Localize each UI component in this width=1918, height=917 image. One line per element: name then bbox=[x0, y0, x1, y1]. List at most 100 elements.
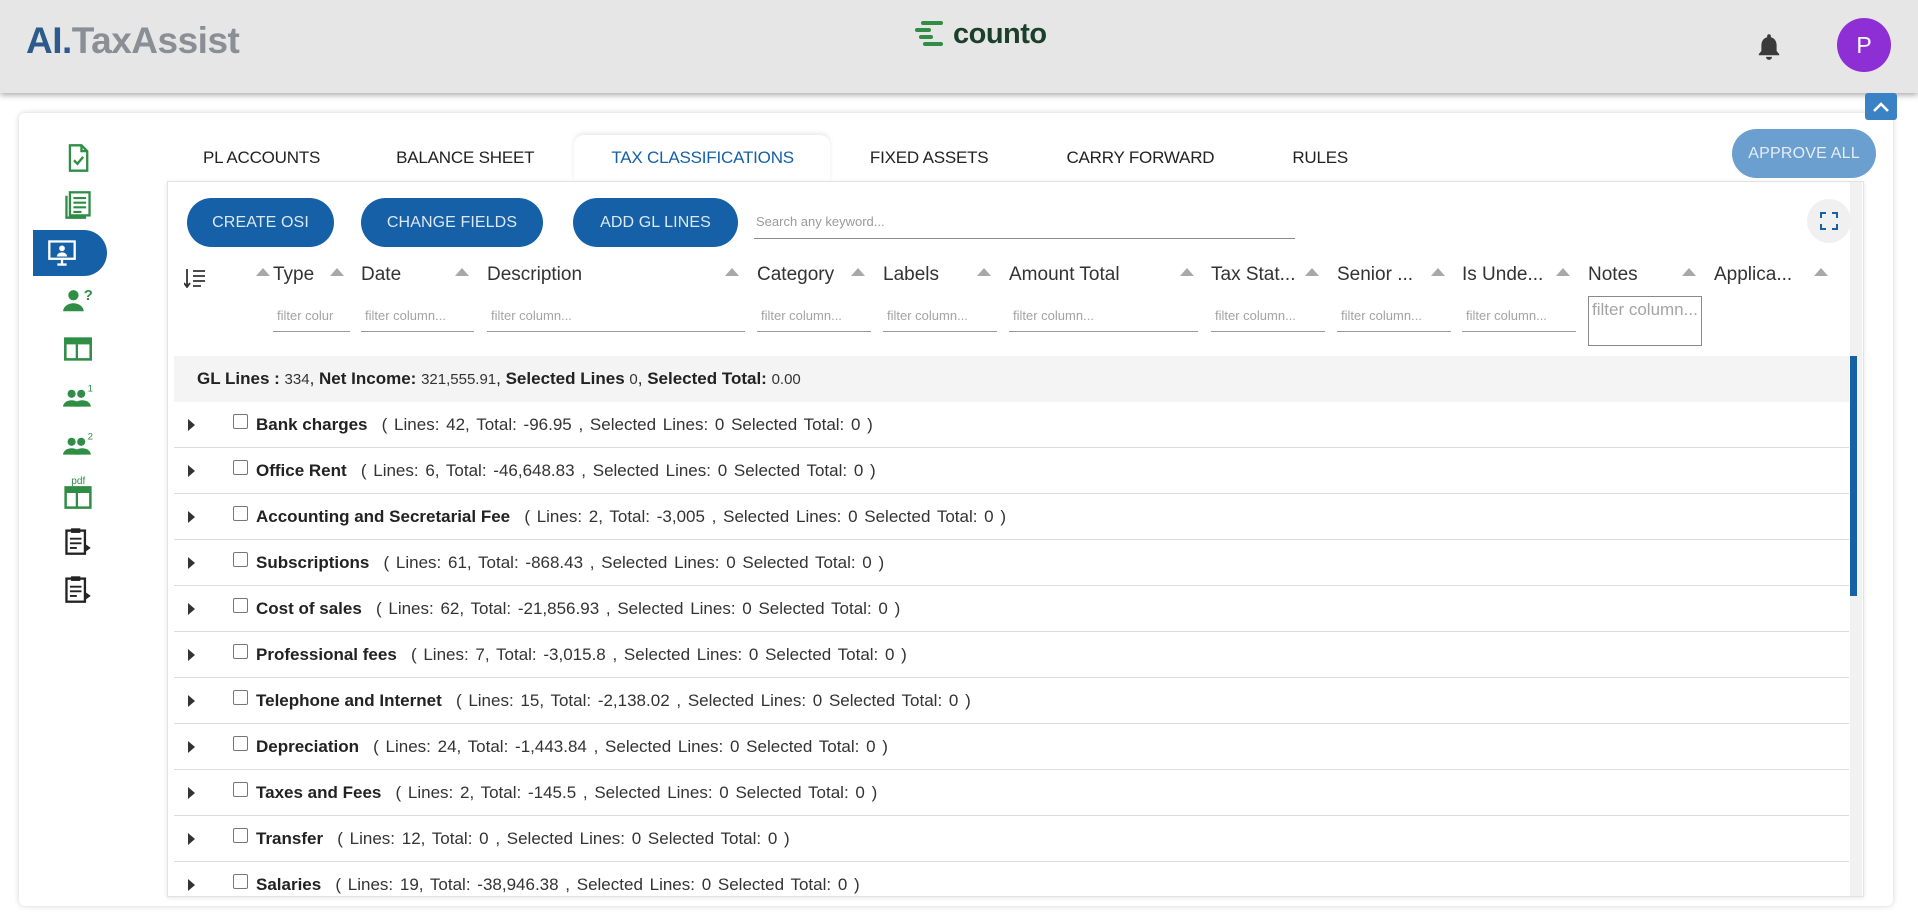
expand-arrow-icon[interactable] bbox=[188, 879, 195, 891]
sidebar-item-document-check[interactable] bbox=[33, 135, 108, 181]
filter-amount-total-input[interactable] bbox=[1009, 300, 1198, 332]
column-label-category[interactable]: Category bbox=[757, 264, 834, 286]
filter-type-input[interactable] bbox=[273, 300, 350, 332]
sort-icon[interactable] bbox=[977, 268, 991, 276]
notification-bell-icon[interactable] bbox=[1755, 32, 1783, 62]
group-row[interactable]: Salaries ( Lines: 19, Total: -38,946.38 … bbox=[174, 862, 1849, 896]
app-brand[interactable]: AI.TaxAssist bbox=[26, 20, 240, 62]
column-label-amount-total[interactable]: Amount Total bbox=[1009, 264, 1120, 286]
tab-tax-classifications[interactable]: TAX CLASSIFICATIONS bbox=[574, 135, 830, 181]
group-row[interactable]: Telephone and Internet ( Lines: 15, Tota… bbox=[174, 678, 1849, 724]
expand-arrow-icon[interactable] bbox=[188, 695, 195, 707]
filter-is-underwritten-input[interactable] bbox=[1462, 300, 1576, 332]
column-label-applicable[interactable]: Applica... bbox=[1714, 264, 1792, 286]
column-label-tax-status[interactable]: Tax Stat... bbox=[1211, 264, 1295, 286]
sidebar-item-pdf-table[interactable]: pdf bbox=[33, 470, 108, 516]
row-checkbox[interactable] bbox=[233, 690, 248, 705]
group-row[interactable]: Professional fees ( Lines: 7, Total: -3,… bbox=[174, 632, 1849, 678]
column-label-description[interactable]: Description bbox=[487, 264, 582, 286]
expand-arrow-icon[interactable] bbox=[188, 649, 195, 661]
create-osi-button[interactable]: CREATE OSI bbox=[187, 198, 334, 247]
sidebar-item-clipboard-2[interactable] bbox=[33, 566, 108, 612]
filter-senior-input[interactable] bbox=[1337, 300, 1451, 332]
filter-category-input[interactable] bbox=[757, 300, 871, 332]
row-checkbox[interactable] bbox=[233, 828, 248, 843]
row-checkbox[interactable] bbox=[233, 460, 248, 475]
expand-arrow-icon[interactable] bbox=[188, 787, 195, 799]
expand-arrow-icon[interactable] bbox=[188, 603, 195, 615]
filter-labels-input[interactable] bbox=[883, 300, 997, 332]
group-row[interactable]: Taxes and Fees ( Lines: 2, Total: -145.5… bbox=[174, 770, 1849, 816]
row-checkbox[interactable] bbox=[233, 598, 248, 613]
tab-fixed-assets[interactable]: FIXED ASSETS bbox=[830, 135, 1028, 181]
tab-rules[interactable]: RULES bbox=[1254, 135, 1378, 181]
tab-balance-sheet[interactable]: BALANCE SHEET bbox=[357, 135, 574, 181]
group-row[interactable]: Accounting and Secretarial Fee ( Lines: … bbox=[174, 494, 1849, 540]
row-checkbox[interactable] bbox=[233, 414, 248, 429]
sort-icon[interactable] bbox=[1814, 268, 1828, 276]
sidebar-item-user-question[interactable]: ? bbox=[33, 278, 108, 324]
approve-all-button[interactable]: APPROVE ALL bbox=[1732, 129, 1876, 178]
sidebar-item-table-window[interactable] bbox=[33, 326, 108, 372]
column-label-senior[interactable]: Senior ... bbox=[1337, 264, 1413, 286]
tab-pl-accounts[interactable]: PL ACCOUNTS bbox=[173, 135, 357, 181]
sort-icon[interactable] bbox=[1682, 268, 1696, 276]
expand-arrow-icon[interactable] bbox=[188, 511, 195, 523]
column-label-date[interactable]: Date bbox=[361, 264, 401, 286]
group-row[interactable]: Cost of sales ( Lines: 62, Total: -21,85… bbox=[174, 586, 1849, 632]
filter-notes-input[interactable] bbox=[1588, 296, 1702, 346]
expand-arrow-icon[interactable] bbox=[188, 419, 195, 431]
column-label-labels[interactable]: Labels bbox=[883, 264, 939, 286]
scroll-to-top-button[interactable] bbox=[1865, 93, 1897, 120]
sort-icon[interactable] bbox=[1556, 268, 1570, 276]
filter-date-input[interactable] bbox=[361, 300, 474, 332]
row-checkbox[interactable] bbox=[233, 736, 248, 751]
user-avatar[interactable]: P bbox=[1837, 18, 1891, 72]
column-label-type[interactable]: Type bbox=[273, 264, 314, 286]
column-label-is-underwritten[interactable]: Is Unde... bbox=[1462, 264, 1543, 286]
group-row[interactable]: Depreciation ( Lines: 24, Total: -1,443.… bbox=[174, 724, 1849, 770]
column-amount-total: Amount Total bbox=[1009, 258, 1212, 362]
sort-icon[interactable] bbox=[851, 268, 865, 276]
row-checkbox[interactable] bbox=[233, 552, 248, 567]
sidebar-item-list-document[interactable] bbox=[33, 182, 108, 228]
sort-icon[interactable] bbox=[455, 268, 469, 276]
fullscreen-button[interactable] bbox=[1807, 199, 1851, 243]
group-details: ( Lines: 12, Total: 0 , Selected Lines: … bbox=[337, 829, 790, 848]
sidebar-item-users-one[interactable]: 1 bbox=[33, 374, 108, 420]
row-checkbox[interactable] bbox=[233, 644, 248, 659]
change-fields-button[interactable]: CHANGE FIELDS bbox=[361, 198, 543, 247]
sidebar-item-clipboard-1[interactable] bbox=[33, 518, 108, 564]
group-row[interactable]: Transfer ( Lines: 12, Total: 0 , Selecte… bbox=[174, 816, 1849, 862]
sidebar-item-users-two[interactable]: 2 bbox=[33, 422, 108, 468]
group-row[interactable]: Bank charges ( Lines: 42, Total: -96.95 … bbox=[174, 402, 1849, 448]
tab-carry-forward[interactable]: CARRY FORWARD bbox=[1027, 135, 1254, 181]
search-input[interactable] bbox=[754, 205, 1295, 239]
row-checkbox[interactable] bbox=[233, 874, 248, 889]
sort-icon[interactable] bbox=[1305, 268, 1319, 276]
group-row[interactable]: Subscriptions ( Lines: 61, Total: -868.4… bbox=[174, 540, 1849, 586]
row-order-column[interactable] bbox=[184, 258, 274, 362]
sort-icon[interactable] bbox=[725, 268, 739, 276]
row-checkbox[interactable] bbox=[233, 782, 248, 797]
selected-total-label: Selected Total: bbox=[647, 369, 767, 388]
filter-tax-status-input[interactable] bbox=[1211, 300, 1325, 332]
group-name: Subscriptions bbox=[256, 553, 370, 572]
vertical-scrollbar-thumb[interactable] bbox=[1850, 356, 1857, 596]
sort-icon[interactable] bbox=[1431, 268, 1445, 276]
expand-arrow-icon[interactable] bbox=[188, 557, 195, 569]
expand-arrow-icon[interactable] bbox=[188, 741, 195, 753]
add-gl-lines-button[interactable]: ADD GL LINES bbox=[573, 198, 738, 247]
column-label-notes[interactable]: Notes bbox=[1588, 264, 1638, 286]
sort-icon[interactable] bbox=[330, 268, 344, 276]
expand-arrow-icon[interactable] bbox=[188, 465, 195, 477]
row-checkbox[interactable] bbox=[233, 506, 248, 521]
sort-icon[interactable] bbox=[256, 268, 270, 276]
counto-logo[interactable]: counto bbox=[915, 18, 1047, 51]
group-row[interactable]: Office Rent ( Lines: 6, Total: -46,648.8… bbox=[174, 448, 1849, 494]
sort-icon[interactable] bbox=[1180, 268, 1194, 276]
sidebar-item-monitor-user[interactable] bbox=[33, 230, 107, 276]
expand-arrow-icon[interactable] bbox=[188, 833, 195, 845]
table-window-icon bbox=[62, 333, 94, 365]
filter-description-input[interactable] bbox=[487, 300, 745, 332]
